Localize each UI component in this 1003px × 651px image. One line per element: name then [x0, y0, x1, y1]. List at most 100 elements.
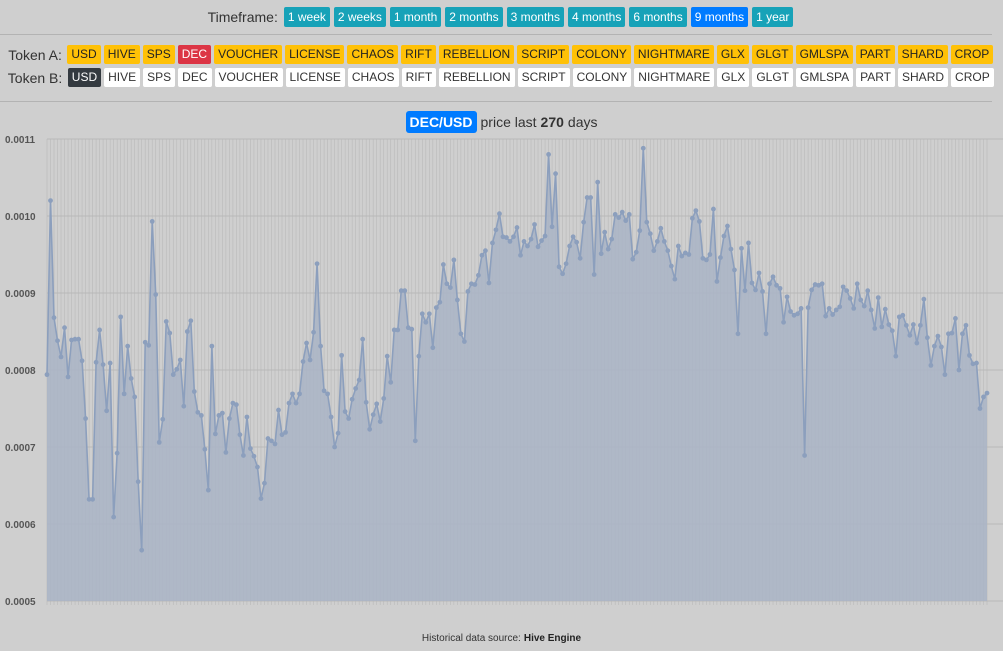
- token-b-shard[interactable]: SHARD: [898, 68, 949, 87]
- timeframe-button-1-year[interactable]: 1 year: [752, 7, 794, 27]
- token-a-shard[interactable]: SHARD: [897, 45, 948, 64]
- data-point: [844, 288, 850, 294]
- token-b-voucher[interactable]: VOUCHER: [214, 68, 283, 87]
- data-point: [753, 287, 758, 293]
- token-b-script[interactable]: SCRIPT: [517, 68, 570, 87]
- token-b-hive[interactable]: HIVE: [104, 68, 141, 87]
- token-a-usd[interactable]: USD: [67, 45, 101, 64]
- data-point: [223, 449, 229, 455]
- data-point: [535, 244, 541, 250]
- data-point: [707, 252, 713, 257]
- token-a-colony[interactable]: COLONY: [572, 45, 631, 64]
- data-point: [318, 343, 323, 349]
- data-point: [637, 228, 643, 234]
- data-point: [974, 360, 979, 366]
- token-a-nightmare[interactable]: NIGHTMARE: [633, 45, 714, 64]
- token-a-rift[interactable]: RIFT: [401, 45, 436, 64]
- data-point: [739, 245, 744, 251]
- data-point: [623, 218, 629, 224]
- data-point: [212, 431, 218, 437]
- data-point: [704, 257, 709, 263]
- data-point: [528, 236, 534, 242]
- data-point: [735, 331, 741, 337]
- data-point: [718, 255, 723, 260]
- data-point: [654, 239, 660, 244]
- data-point: [440, 262, 446, 267]
- data-point: [226, 416, 232, 421]
- token-b-sps[interactable]: SPS: [143, 68, 176, 87]
- token-b-gmlspa[interactable]: GMLSPA: [795, 68, 854, 87]
- data-point: [370, 412, 376, 418]
- data-point: [205, 487, 211, 493]
- data-point: [868, 307, 874, 313]
- data-point: [574, 239, 580, 245]
- data-point: [146, 342, 152, 348]
- token-b-glx[interactable]: GLX: [717, 68, 750, 87]
- data-point: [430, 345, 436, 351]
- timeframe-button-2-months[interactable]: 2 months: [445, 7, 503, 27]
- timeframe-button-6-months[interactable]: 6 months: [629, 7, 687, 27]
- data-point: [209, 343, 215, 349]
- data-point: [486, 280, 492, 286]
- token-a-rebellion[interactable]: REBELLION: [438, 45, 515, 64]
- timeframe-button-1-week[interactable]: 1 week: [283, 7, 330, 27]
- footer: Historical data source: Hive Engine: [0, 630, 1003, 646]
- data-point: [104, 408, 110, 414]
- token-b-rebellion[interactable]: REBELLION: [439, 68, 515, 87]
- data-point: [693, 208, 699, 214]
- data-point: [746, 240, 751, 246]
- data-point: [44, 372, 50, 378]
- token-a-crop[interactable]: CROP: [950, 45, 994, 64]
- data-point: [476, 272, 481, 278]
- token-a-hive[interactable]: HIVE: [103, 45, 140, 64]
- data-point: [686, 252, 692, 257]
- token-a-chaos[interactable]: CHAOS: [347, 45, 399, 64]
- data-point: [802, 453, 808, 458]
- data-point: [160, 416, 166, 422]
- token-b-glgt[interactable]: GLGT: [752, 68, 793, 87]
- data-point: [272, 441, 278, 447]
- token-a-sps[interactable]: SPS: [142, 45, 175, 64]
- data-point: [942, 372, 948, 378]
- data-point: [858, 297, 864, 303]
- timeframe-button-4-months[interactable]: 4 months: [567, 7, 626, 27]
- token-a-gmlspa[interactable]: GMLSPA: [795, 45, 853, 64]
- timeframe-button-1-month[interactable]: 1 month: [389, 7, 442, 27]
- token-b-rift[interactable]: RIFT: [401, 68, 437, 87]
- token-a-voucher[interactable]: VOUCHER: [214, 45, 283, 64]
- token-a-part[interactable]: PART: [855, 45, 895, 64]
- data-point: [725, 223, 730, 229]
- token-b-part[interactable]: PART: [856, 68, 896, 87]
- data-point: [616, 215, 622, 220]
- token-b-license[interactable]: LICENSE: [285, 68, 345, 87]
- data-point: [402, 288, 408, 294]
- token-b-dec[interactable]: DEC: [178, 68, 212, 87]
- token-a-dec[interactable]: DEC: [177, 45, 212, 64]
- data-point: [553, 171, 558, 177]
- data-point: [409, 326, 415, 332]
- token-a-script[interactable]: SCRIPT: [517, 45, 570, 64]
- token-a-selector: Token A: USD HIVE SPS DEC VOUCHER LICENSE CHAO…: [0, 44, 1003, 65]
- data-point: [539, 238, 544, 244]
- token-a-license[interactable]: LICENSE: [285, 45, 345, 64]
- data-point: [854, 281, 860, 287]
- data-point: [244, 414, 250, 420]
- data-point: [819, 281, 825, 287]
- token-b-crop[interactable]: CROP: [951, 68, 994, 87]
- data-point: [356, 377, 362, 383]
- token-b-colony[interactable]: COLONY: [572, 68, 632, 87]
- token-b-usd[interactable]: USD: [67, 68, 102, 87]
- data-point: [798, 306, 804, 311]
- data-point: [781, 319, 786, 325]
- data-point: [767, 281, 772, 287]
- timeframe-button-3-months[interactable]: 3 months: [506, 7, 564, 27]
- timeframe-button-9-months[interactable]: 9 months: [690, 7, 749, 27]
- data-point: [114, 450, 120, 456]
- token-a-glx[interactable]: GLX: [716, 45, 749, 64]
- token-a-glgt[interactable]: GLGT: [751, 45, 793, 64]
- data-point: [381, 396, 387, 401]
- data-point: [644, 219, 650, 225]
- token-b-chaos[interactable]: CHAOS: [347, 68, 399, 87]
- timeframe-button-2-weeks[interactable]: 2 weeks: [333, 7, 386, 27]
- token-b-nightmare[interactable]: NIGHTMARE: [634, 68, 715, 87]
